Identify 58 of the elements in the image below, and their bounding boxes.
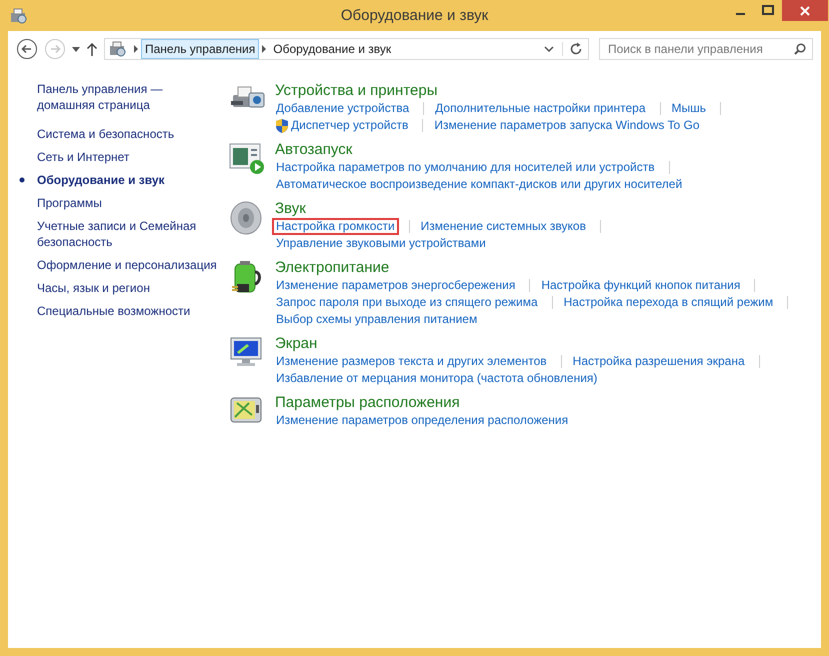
category-title[interactable]: Параметры расположения [275, 393, 460, 412]
task-link[interactable]: Добавление устройства [272, 100, 414, 117]
task-link[interactable]: Управление звуковыми устройствами [272, 235, 490, 252]
task-link[interactable]: Изменение параметров запуска Windows To Go [430, 117, 704, 134]
address-bar[interactable]: Панель управления Оборудование и звук [104, 38, 589, 60]
category-title[interactable]: Автозапуск [275, 140, 352, 159]
up-button[interactable] [86, 42, 98, 56]
sidebar-link[interactable]: Часы, язык и регион [37, 280, 150, 296]
sidebar-link[interactable]: Система и безопасность [37, 126, 174, 142]
task-link[interactable]: Выбор схемы управления питанием [272, 311, 482, 328]
refresh-icon[interactable] [562, 42, 583, 56]
breadcrumb[interactable]: Оборудование и звук [269, 39, 396, 59]
category-title[interactable]: Звук [275, 199, 306, 218]
task-link[interactable]: Настройка громкости [272, 218, 399, 235]
task-link[interactable]: Изменение размеров текста и других элементов [272, 353, 551, 370]
task-link[interactable]: Диспетчер устройств [272, 116, 412, 134]
monitor-icon [229, 336, 263, 368]
sidebar-link[interactable]: Панель управления — домашняя страница [37, 81, 219, 113]
back-button[interactable] [16, 38, 38, 60]
search-icon [794, 43, 806, 55]
sidebar-link[interactable]: Учетные записи и Семейная безопасность [37, 218, 219, 250]
category-title[interactable]: Экран [275, 334, 318, 353]
control-panel-icon [10, 8, 28, 24]
maximize-icon [762, 5, 774, 15]
sidebar-link[interactable]: Специальные возможности [37, 303, 190, 319]
speaker-icon [229, 201, 263, 235]
close-button[interactable] [782, 0, 828, 21]
task-link[interactable]: Настройка функций кнопок питания [537, 277, 744, 294]
sidebar-link[interactable]: Программы [37, 195, 102, 211]
task-link[interactable]: Изменение системных звуков [416, 218, 590, 235]
search-field[interactable]: Поиск в панели управления [599, 38, 813, 60]
window-title: Оборудование и звук [340, 7, 488, 24]
control-panel-icon [108, 41, 128, 57]
category-title[interactable]: Устройства и принтеры [275, 81, 438, 100]
sidebar-link[interactable]: Оборудование и звук [37, 172, 165, 188]
task-link[interactable]: Мышь [668, 100, 710, 117]
history-dropdown-button[interactable] [72, 46, 80, 52]
minimize-icon [736, 12, 744, 14]
caret-icon [72, 46, 80, 52]
task-link[interactable]: Изменение параметров определения расположения [272, 412, 572, 429]
task-link[interactable]: Автоматическое воспроизведение компакт-дисков или других носителей [272, 176, 686, 193]
chevron-icon [131, 45, 141, 53]
category-title[interactable]: Электропитание [275, 258, 390, 277]
dropdown-caret-icon[interactable] [544, 46, 554, 52]
task-link[interactable]: Настройка разрешения экрана [568, 353, 749, 370]
close-icon [800, 6, 810, 16]
up-arrow-icon [86, 42, 98, 56]
task-link[interactable]: Избавление от мерцания монитора (частота обновления) [272, 370, 602, 387]
task-link[interactable]: Настройка параметров по умолчанию для носителей или устройств [272, 159, 659, 176]
sidebar-link[interactable]: Сеть и Интернет [37, 149, 130, 165]
task-link[interactable]: Запрос пароля при выходе из спящего режима [272, 294, 542, 311]
breadcrumb[interactable]: Панель управления [141, 39, 260, 59]
task-link[interactable]: Изменение параметров энергосбережения [272, 277, 520, 294]
sidebar-link[interactable]: Оформление и персонализация [37, 257, 217, 273]
autoplay-icon [229, 142, 265, 174]
map-device-icon [229, 395, 263, 425]
task-link[interactable]: Настройка перехода в спящий режим [560, 294, 778, 311]
task-link[interactable]: Дополнительные настройки принтера [431, 100, 650, 117]
